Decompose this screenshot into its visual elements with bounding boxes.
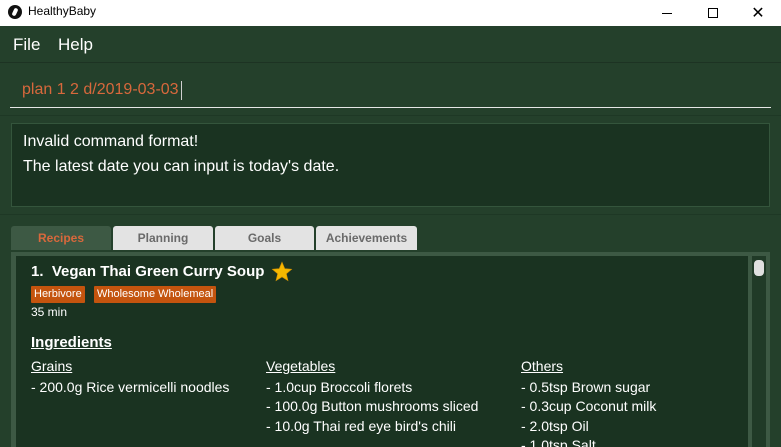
result-display-area: Invalid command format! The latest date … — [0, 115, 781, 214]
list-item: - 2.0tsp Oil — [521, 417, 589, 434]
window-title: HealthyBaby — [28, 4, 97, 18]
vegetables-list: - 1.0cup Broccoli florets - 100.0g Butto… — [266, 378, 478, 436]
recipe-title: 1. Vegan Thai Green Curry Soup — [31, 263, 264, 280]
list-item: - 200.0g Rice vermicelli noodles — [31, 379, 230, 395]
tab-goals[interactable]: Goals — [215, 226, 314, 250]
close-button[interactable]: ✕ — [735, 0, 781, 26]
vertical-scrollbar[interactable] — [752, 256, 766, 447]
recipe-tag: Herbivore — [31, 286, 85, 303]
list-item: - 1.0cup Broccoli florets — [266, 379, 413, 395]
others-list: - 0.5tsp Brown sugar - 0.3cup Coconut mi… — [521, 378, 656, 447]
list-item: - 100.0g Button mushrooms sliced — [266, 398, 479, 415]
menu-file[interactable]: File — [13, 35, 40, 55]
minimize-icon — [662, 12, 672, 14]
text-caret — [181, 81, 182, 100]
menu-bar: File Help — [0, 26, 781, 63]
scrollbar-thumb[interactable] — [754, 260, 764, 276]
star-icon — [271, 261, 293, 282]
maximize-button[interactable] — [690, 0, 736, 26]
recipe-card[interactable]: 1. Vegan Thai Green Curry Soup Herbivore… — [16, 256, 748, 447]
tab-planning[interactable]: Planning — [113, 226, 213, 250]
result-display: Invalid command format! The latest date … — [11, 123, 770, 207]
menu-help[interactable]: Help — [58, 35, 93, 55]
tab-recipes[interactable]: Recipes — [11, 226, 111, 250]
recipe-index: 1. — [31, 263, 44, 280]
minimize-button[interactable] — [644, 0, 690, 26]
list-item: - 10.0g Thai red eye bird's chili — [266, 417, 456, 434]
recipe-tag: Wholesome Wholemeal — [94, 286, 217, 303]
result-message-line-2: The latest date you can input is today's… — [23, 158, 340, 175]
maximize-icon — [708, 8, 718, 18]
vegetables-heading: Vegetables — [266, 358, 336, 374]
result-message-line-1: Invalid command format! — [23, 133, 199, 150]
close-icon: ✕ — [751, 3, 765, 22]
list-item: - 1.0tsp Salt — [521, 436, 596, 447]
command-input[interactable] — [10, 72, 771, 108]
app-logo-icon — [8, 5, 22, 19]
list-item: - 0.5tsp Brown sugar — [521, 379, 651, 395]
tab-achievements[interactable]: Achievements — [316, 226, 417, 250]
ingredients-heading: Ingredients — [31, 334, 112, 351]
grains-heading: Grains — [31, 358, 73, 374]
recipe-list: 1. Vegan Thai Green Curry Soup Herbivore… — [11, 252, 770, 447]
grains-list: - 200.0g Rice vermicelli noodles — [31, 378, 229, 397]
recipe-name: Vegan Thai Green Curry Soup — [51, 263, 265, 280]
list-item: - 0.3cup Coconut milk — [521, 398, 657, 415]
title-bar: HealthyBaby ✕ — [0, 0, 781, 26]
others-heading: Others — [521, 358, 564, 374]
command-box — [0, 64, 781, 115]
tab-pane: Recipes Planning Goals Achievements 1. V… — [0, 214, 781, 447]
recipe-duration: 35 min — [31, 305, 68, 319]
